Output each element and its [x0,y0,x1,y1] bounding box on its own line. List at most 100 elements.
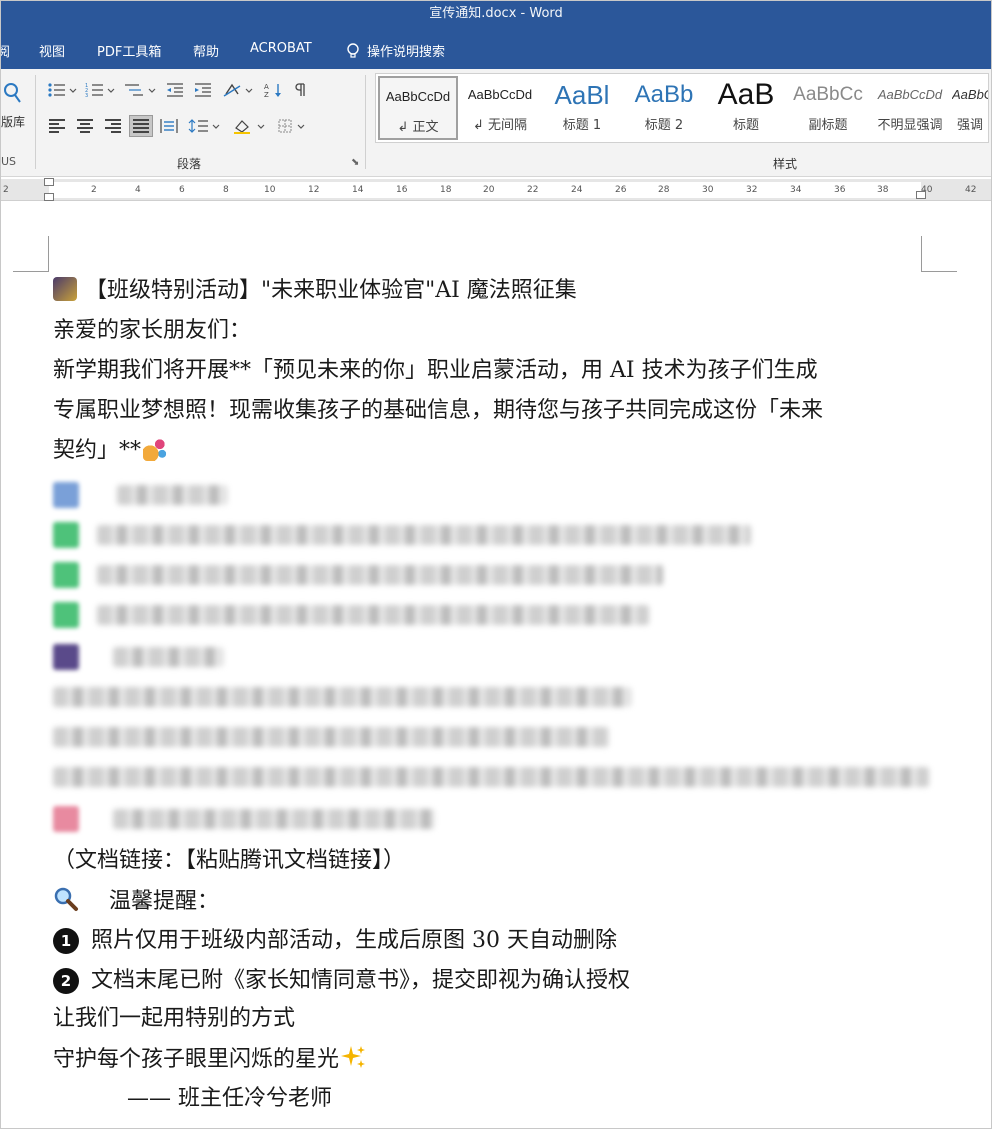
redacted-row [53,726,609,748]
style-no-spacing[interactable]: AaBbCcDd ↲ 无间隔 [460,76,540,140]
ruler-tick: 8 [223,185,229,195]
redacted-icon [53,644,79,670]
redacted-text [97,525,751,545]
style-name: 不明显强调 [877,118,943,133]
style-heading-2[interactable]: AaBb 标题 2 [624,76,704,140]
redacted-row [53,602,649,628]
lightbulb-icon [347,42,359,59]
chinese-layout-button[interactable] [219,79,259,101]
style-subtitle[interactable]: AaBbCc 副标题 [788,76,868,140]
style-preview: AaBb [634,81,694,108]
style-name: 副标题 [808,118,848,133]
style-preview: AaBbC [952,87,988,102]
ruler-tick: 16 [396,185,408,195]
tab-help[interactable]: 帮助 [193,41,219,60]
margin-corner-mark [13,236,49,272]
ruler-tick: 2 [3,185,9,195]
style-subtle-emphasis[interactable]: AaBbCcDd 不明显强调 [870,76,950,140]
redacted-row [53,562,663,588]
show-marks-button[interactable] [289,79,311,101]
style-normal[interactable]: AaBbCcDd ↲ 正文 [378,76,458,140]
party-popper-icon [143,437,168,461]
tab-acrobat[interactable]: ACROBAT [250,41,312,56]
tab-review[interactable]: 阅 [1,41,10,60]
tell-me-search[interactable]: 操作说明搜索 [347,41,445,60]
redacted-row [53,766,929,788]
left-indent-marker[interactable] [44,193,54,201]
style-preview: AaBbCcDd [467,87,533,102]
redacted-text [113,647,223,667]
multilevel-list-button[interactable] [121,79,159,101]
redacted-icon [53,602,79,628]
ribbon: 版库 US 123 A Z 段落 ⬊ AaBbCcDd ↲ 正文 AaBbCcD… [1,69,991,177]
align-left-button[interactable] [45,115,69,137]
line-spacing-button[interactable] [185,115,225,137]
greeting-text: 亲爱的家长朋友们： [53,318,252,343]
ruler-tick: 26 [615,185,627,195]
ruler-tick: 36 [834,185,846,195]
align-center-button[interactable] [73,115,97,137]
styles-group-label: 样式 [773,157,798,171]
first-line-indent-marker[interactable] [44,178,54,186]
ruler-tick: 42 [965,185,977,195]
tab-pdf-tools[interactable]: PDF工具箱 [97,41,161,60]
align-right-button[interactable] [101,115,125,137]
paragraph-group-label: 段落 [177,157,202,171]
magnifier-icon[interactable] [3,81,21,105]
redacted-icon [53,806,79,832]
redacted-text [97,565,663,585]
closing-line-1: 让我们一起用特别的方式 [53,1006,296,1031]
margin-corner-mark [921,236,957,272]
style-emphasis[interactable]: AaBbC 强调 [952,76,988,140]
divider [35,75,36,169]
redacted-row [53,806,435,832]
ruler-tick: 30 [702,185,714,195]
ruler-tick: 6 [179,185,185,195]
intro-line-2: 专属职业梦想照！现需收集孩子的基础信息，期待您与孩子共同完成这份「未来 [53,398,824,423]
svg-text:3: 3 [85,93,88,98]
style-heading-1[interactable]: AaBl 标题 1 [542,76,622,140]
style-name: 标题 2 [644,118,684,133]
document-page[interactable]: 【班级特别活动】"未来职业体验官"AI 魔法照征集 亲爱的家长朋友们： 新学期我… [1,202,991,1128]
ruler-tick: 24 [571,185,583,195]
heading-paragraph: 【班级特别活动】"未来职业体验官"AI 魔法照征集 [53,276,577,306]
intro-line-3-paragraph: 契约」** [53,436,175,466]
sparkles-icon [341,1044,367,1079]
borders-button[interactable] [275,115,311,137]
closing-line-2-paragraph: 守护每个孩子眼里闪烁的星光 [53,1044,367,1079]
redacted-icon [53,482,79,508]
ruler-tick: 12 [308,185,320,195]
ribbon-group-partial: 版库 US [1,69,35,169]
divider [365,75,366,169]
justify-button[interactable] [129,115,153,137]
library-button-label[interactable]: 版库 [1,113,25,130]
ruler-tick: 10 [264,185,276,195]
tip-title-paragraph: 温馨提醒： [53,886,219,921]
paragraph-dialog-launcher-icon[interactable]: ⬊ [351,157,359,168]
window-title: 宣传通知.docx - Word [429,6,563,21]
bullets-button[interactable] [45,79,79,101]
redacted-text [97,605,649,625]
closing-line-2: 守护每个孩子眼里闪烁的星光 [53,1047,340,1072]
distributed-button[interactable] [157,115,181,137]
ribbon-tabs: 阅 视图 PDF工具箱 帮助 ACROBAT 操作说明搜索 [1,29,991,69]
ruler-tick: 38 [877,185,889,195]
style-title[interactable]: AaB 标题 [706,76,786,140]
redacted-text [113,809,435,829]
increase-indent-button[interactable] [191,79,215,101]
style-name: ↲ 无间隔 [472,118,528,133]
sort-button[interactable]: AZ [263,79,285,101]
decrease-indent-button[interactable] [163,79,187,101]
numbering-button[interactable]: 123 [83,79,117,101]
tab-view[interactable]: 视图 [39,41,65,60]
style-preview: AaBl [554,80,610,110]
word-window: 宣传通知.docx - Word 阅 视图 PDF工具箱 帮助 ACROBAT … [0,0,992,1129]
svg-text:Z: Z [264,91,269,98]
signature: —— 班主任冷兮老师 [127,1086,332,1111]
redacted-row [53,644,223,670]
horizontal-ruler[interactable]: 2 2 4 6 8 10 12 14 16 18 20 22 24 26 28 … [1,178,991,201]
tip-title: 温馨提醒： [109,889,220,914]
shading-button[interactable] [229,115,271,137]
right-indent-marker[interactable] [916,191,926,199]
number-2-icon: 2 [53,968,79,994]
